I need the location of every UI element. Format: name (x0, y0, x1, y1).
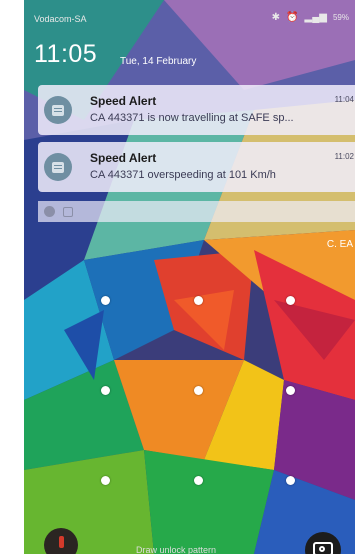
app-icon (44, 153, 72, 181)
alarm-icon: ⏰ (286, 12, 299, 23)
pattern-dot[interactable] (286, 296, 295, 305)
pattern-dot[interactable] (101, 476, 110, 485)
pattern-dot[interactable] (286, 386, 295, 395)
side-text: C. EA (326, 239, 353, 250)
signal-icon: ▂▄▆ (304, 12, 327, 23)
unlock-hint: Draw unlock pattern (136, 545, 217, 554)
notification-card[interactable]: Speed Alert CA 443371 overspeeding at 10… (38, 142, 355, 192)
status-icons: ✱ ⏰ ▂▄▆ 59% (272, 12, 349, 23)
battery-percent: 59% (332, 13, 349, 22)
notification-overflow-bar[interactable] (38, 201, 355, 222)
date: Tue, 14 February (120, 56, 197, 67)
clock: 11:05 (34, 40, 98, 68)
notification-time: 11:04 (334, 95, 354, 104)
pattern-dot[interactable] (286, 476, 295, 485)
app-small-icon (44, 206, 55, 217)
notification-card[interactable]: Speed Alert CA 443371 is now travelling … (38, 85, 355, 135)
wallpaper (24, 0, 355, 554)
camera-icon (313, 542, 333, 554)
pattern-dot[interactable] (194, 296, 203, 305)
notification-title: Speed Alert (90, 94, 157, 108)
status-bar: Vodacom-SA ✱ ⏰ ▂▄▆ 59% (24, 0, 355, 28)
bluetooth-icon: ✱ (271, 12, 281, 23)
notification-title: Speed Alert (90, 151, 157, 165)
pattern-dot[interactable] (194, 476, 203, 485)
notification-time: 11:02 (334, 152, 354, 161)
pattern-dot[interactable] (194, 386, 203, 395)
notification-text: CA 443371 overspeeding at 101 Km/h (90, 169, 276, 181)
notification-text: CA 443371 is now travelling at SAFE sp..… (90, 112, 294, 124)
pattern-dot[interactable] (101, 386, 110, 395)
emergency-call-button[interactable] (44, 528, 78, 554)
app-small-icon (63, 206, 73, 217)
carrier-label: Vodacom-SA (34, 14, 87, 24)
pattern-dot[interactable] (101, 296, 110, 305)
app-icon (44, 96, 72, 124)
phone-screen: Vodacom-SA ✱ ⏰ ▂▄▆ 59% 11:05 Tue, 14 Feb… (24, 0, 355, 554)
